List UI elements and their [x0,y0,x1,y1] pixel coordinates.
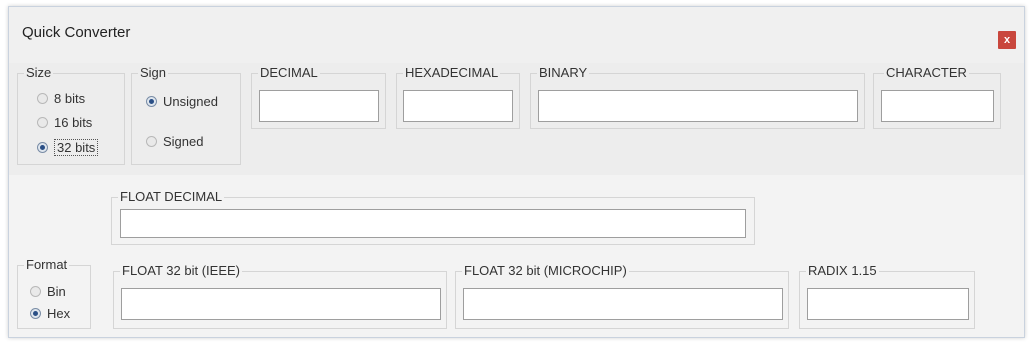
radio-unchecked-icon [146,136,157,147]
float32-microchip-group: FLOAT 32 bit (MICROCHIP) [455,263,789,329]
character-input[interactable] [881,90,994,122]
title-bar: Quick Converter x [9,7,1024,63]
radix-input[interactable] [807,288,969,320]
radio-checked-icon [37,142,48,153]
sign-unsigned-label: Unsigned [163,94,218,109]
float32-microchip-label: FLOAT 32 bit (MICROCHIP) [462,263,629,279]
size-16bits-radio[interactable]: 16 bits [37,115,92,130]
sign-signed-radio[interactable]: Signed [146,134,203,149]
format-hex-radio[interactable]: Hex [30,306,70,321]
decimal-group: DECIMAL [251,65,386,129]
hexadecimal-group: HEXADECIMAL [396,65,520,129]
decimal-label: DECIMAL [258,65,320,81]
float32-microchip-input[interactable] [463,288,783,320]
radio-checked-icon [30,308,41,319]
size-group: Size 8 bits 16 bits 32 bits [17,65,125,165]
decimal-input[interactable] [259,90,379,122]
format-bin-label: Bin [47,284,66,299]
bottom-panel: FLOAT DECIMAL Format Bin Hex FLOAT 32 bi… [9,175,1024,337]
float32-ieee-input[interactable] [121,288,441,320]
size-8bits-radio[interactable]: 8 bits [37,91,85,106]
format-group: Format Bin Hex [17,257,91,329]
binary-group: BINARY [530,65,865,129]
window-title: Quick Converter [22,24,131,41]
float32-ieee-group: FLOAT 32 bit (IEEE) [113,263,447,329]
hexadecimal-label: HEXADECIMAL [403,65,501,81]
sign-group-label: Sign [138,65,169,81]
radio-checked-icon [146,96,157,107]
binary-label: BINARY [537,65,590,81]
radio-unchecked-icon [37,93,48,104]
radix-group: RADIX 1.15 [799,263,975,329]
size-32bits-radio[interactable]: 32 bits [37,139,99,156]
size-8bits-label: 8 bits [54,91,86,106]
float32-ieee-label: FLOAT 32 bit (IEEE) [120,263,243,279]
radio-unchecked-icon [37,117,48,128]
character-group: CHARACTER [873,65,1001,129]
float-decimal-label: FLOAT DECIMAL [118,189,225,205]
size-group-label: Size [24,65,54,81]
top-panel: Size 8 bits 16 bits 32 bits Sign Unsigne… [9,63,1024,176]
close-button[interactable]: x [998,31,1016,49]
size-16bits-label: 16 bits [54,115,93,130]
sign-unsigned-radio[interactable]: Unsigned [146,94,218,109]
hexadecimal-input[interactable] [403,90,513,122]
format-bin-radio[interactable]: Bin [30,284,66,299]
radio-unchecked-icon [30,286,41,297]
sign-signed-label: Signed [163,134,204,149]
sign-group: Sign Unsigned Signed [131,65,241,165]
size-32bits-label: 32 bits [54,139,99,156]
character-label: CHARACTER [884,65,969,81]
binary-input[interactable] [538,90,858,122]
format-hex-label: Hex [47,306,71,321]
float-decimal-group: FLOAT DECIMAL [111,189,755,245]
float-decimal-input[interactable] [120,209,746,238]
radix-label: RADIX 1.15 [806,263,879,279]
format-group-label: Format [24,257,70,273]
quick-converter-window: Quick Converter x Size 8 bits 16 bits 32… [8,6,1025,338]
